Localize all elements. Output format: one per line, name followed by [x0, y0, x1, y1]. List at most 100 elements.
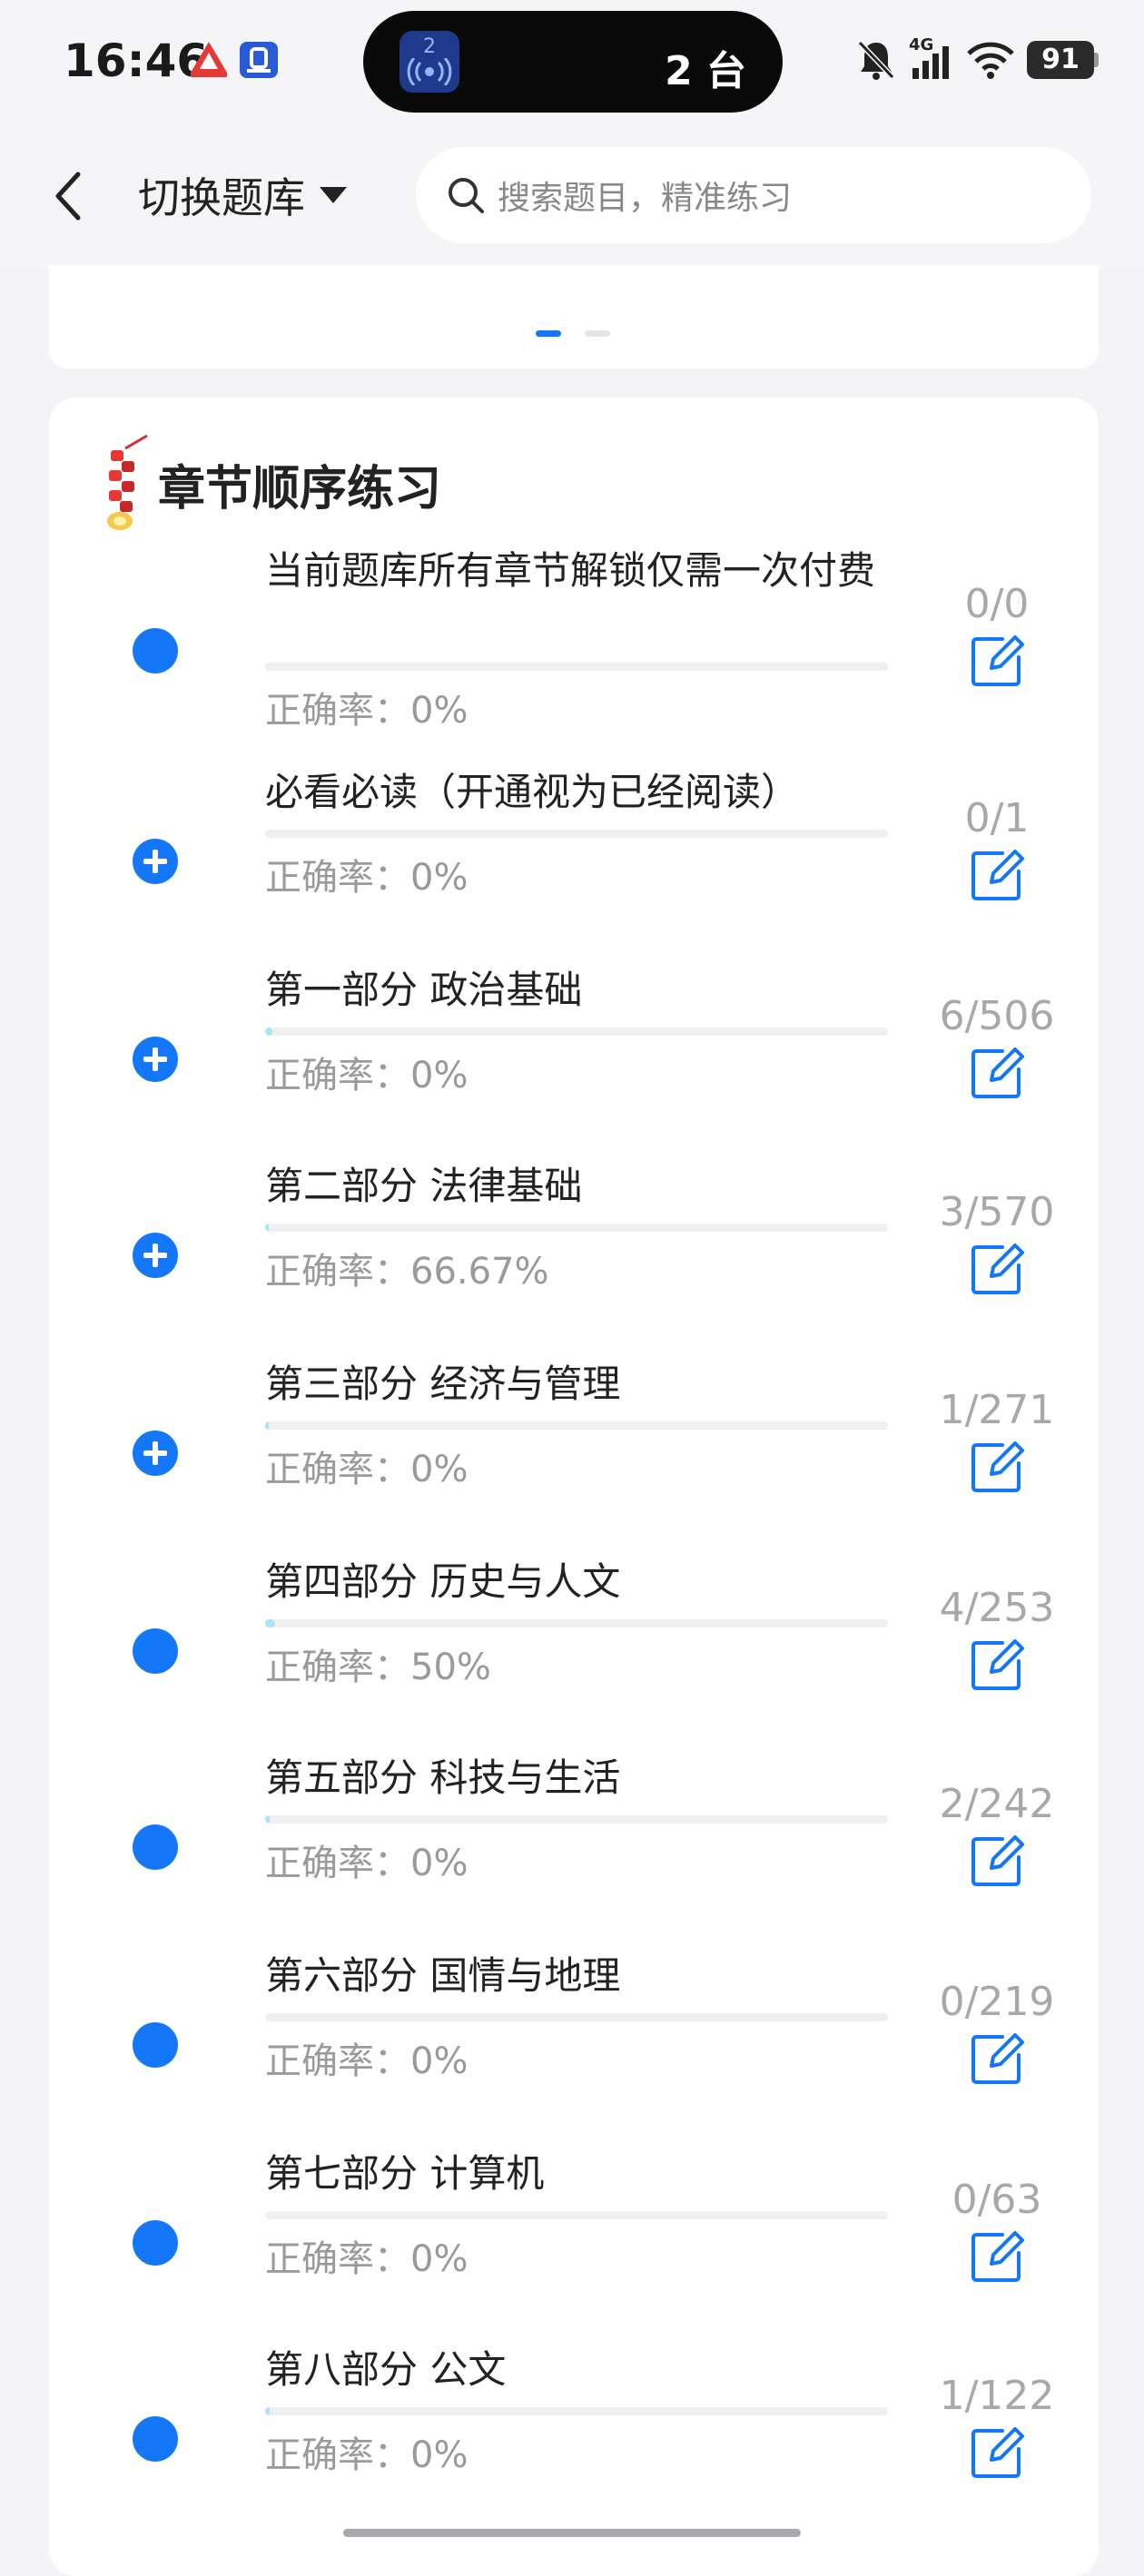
chapter-count: 1/271 [939, 1387, 1055, 1433]
island-badge: 2 [423, 35, 436, 58]
cellular-signal-icon: 4G [909, 35, 954, 81]
banner-card[interactable] [49, 265, 1099, 369]
chapter-row[interactable]: 第二部分 法律基础 正确率：66.67% 3/570 [49, 1162, 1099, 1360]
broadcast-icon: 2 [399, 31, 459, 93]
chapter-name: 第一部分 政治基础 [265, 968, 583, 1012]
chapter-progress-bar [265, 1421, 888, 1430]
island-text: 2 台 [665, 48, 746, 94]
chapter-count: 0/63 [952, 2177, 1042, 2223]
edit-icon[interactable] [970, 1438, 1026, 1494]
chapter-name: 当前题库所有章节解锁仅需一次付费 [265, 548, 876, 593]
search-icon [449, 178, 484, 213]
chapter-progress-fill [265, 1815, 271, 1824]
chapter-progress-bar [265, 2211, 888, 2219]
expand-plus-icon[interactable] [133, 1233, 178, 1278]
edit-icon[interactable] [970, 846, 1026, 902]
home-indicator[interactable] [343, 2529, 801, 2537]
status-dot-icon [133, 628, 178, 673]
chapter-name: 第四部分 历史与人文 [265, 1559, 621, 1604]
chapter-count: 0/1 [964, 795, 1030, 841]
chapter-practice-card: 章节顺序练习 当前题库所有章节解锁仅需一次付费 正确率：0% 0/0 必看必读（开通视… [49, 398, 1099, 2576]
card-header: 章节顺序练习 [98, 434, 441, 534]
chapter-accuracy: 正确率：50% [265, 1647, 491, 1688]
chapter-count: 0/219 [939, 1979, 1055, 2025]
switch-bank-dropdown[interactable]: 切换题库 [138, 165, 349, 225]
chapter-name: 第七部分 计算机 [265, 2151, 545, 2196]
chapter-count: 6/506 [939, 993, 1055, 1039]
wifi-icon [967, 42, 1014, 79]
edit-icon[interactable] [970, 1636, 1026, 1692]
chapter-accuracy: 正确率：0% [265, 857, 468, 899]
chapter-progress-bar [265, 1224, 888, 1232]
battery-icon: 91 [1027, 41, 1099, 79]
edit-icon[interactable] [970, 1832, 1026, 1888]
section-title: 章节顺序练习 [158, 461, 442, 516]
search-placeholder: 搜索题目，精准练习 [498, 180, 793, 217]
chapter-name: 必看必读（开通视为已经阅读） [265, 770, 800, 814]
chapter-progress-fill [265, 1224, 270, 1232]
chapter-progress-bar [265, 1815, 888, 1824]
chapter-progress-fill [265, 2407, 271, 2415]
search-input[interactable]: 搜索题目，精准练习 [416, 147, 1091, 243]
app-notification-icon-2 [240, 42, 278, 78]
chapter-accuracy: 正确率：0% [265, 2434, 468, 2476]
chapter-name: 第六部分 国情与地理 [265, 1953, 621, 1998]
chapter-accuracy: 正确率：0% [265, 1055, 468, 1096]
status-icons: 4G 91 [856, 35, 1099, 84]
chapter-accuracy: 正确率：0% [265, 2238, 468, 2280]
edit-icon[interactable] [970, 2227, 1026, 2284]
chapter-progress-bar [265, 2407, 888, 2415]
chapter-progress-bar [265, 663, 888, 671]
dropdown-triangle-icon [320, 187, 347, 203]
top-header: 切换题库 搜索题目，精准练习 [0, 127, 1144, 265]
chapter-progress-bar [265, 1619, 888, 1627]
chapter-accuracy: 正确率：0% [265, 1449, 468, 1490]
edit-icon[interactable] [970, 2424, 1026, 2480]
chapter-row[interactable]: 第六部分 国情与地理 正确率：0% 0/219 [49, 1952, 1099, 2149]
edit-icon[interactable] [970, 2030, 1026, 2086]
chapter-count: 0/0 [964, 581, 1030, 627]
chapter-count: 2/242 [939, 1781, 1055, 1827]
dynamic-island[interactable]: 2 2 台 [363, 11, 783, 113]
chapter-row[interactable]: 第一部分 政治基础 正确率：0% 6/506 [49, 966, 1099, 1164]
back-chevron-icon[interactable] [47, 169, 93, 223]
chapter-count: 4/253 [939, 1585, 1055, 1631]
chapter-row[interactable]: 必看必读（开通视为已经阅读） 正确率：0% 0/1 [49, 768, 1099, 966]
app-notification-icon [191, 42, 227, 77]
chapter-progress-bar [265, 2013, 888, 2021]
chapter-name: 第三部分 经济与管理 [265, 1362, 621, 1406]
bell-mute-icon [857, 40, 895, 80]
chapter-accuracy: 正确率：0% [265, 1843, 468, 1884]
chapter-progress-fill [265, 1027, 273, 1036]
chapter-accuracy: 正确率：0% [265, 690, 468, 732]
expand-plus-icon[interactable] [133, 1431, 178, 1476]
edit-icon[interactable] [970, 632, 1026, 688]
chapter-name: 第八部分 公文 [265, 2347, 507, 2392]
chapter-accuracy: 正确率：0% [265, 2040, 468, 2082]
status-bar: 16:46 2 2 台 4G 91 [0, 0, 1144, 127]
chapter-count: 1/122 [939, 2373, 1055, 2419]
chapter-row[interactable]: 第八部分 公文 正确率：0% 1/122 [49, 2345, 1099, 2543]
chapter-accuracy: 正确率：66.67% [265, 1251, 549, 1293]
chapter-progress-bar [265, 1027, 888, 1036]
carousel-indicator [585, 330, 610, 337]
status-dot-icon [133, 2220, 178, 2266]
chapter-name: 第五部分 科技与生活 [265, 1755, 621, 1800]
edit-icon[interactable] [970, 1044, 1026, 1100]
status-dot-icon [133, 2416, 178, 2462]
edit-icon[interactable] [970, 1240, 1026, 1296]
expand-plus-icon[interactable] [133, 1037, 178, 1082]
battery-level: 91 [1027, 41, 1094, 79]
expand-plus-icon[interactable] [133, 839, 178, 884]
chapter-row[interactable]: 第四部分 历史与人文正确率：50% 4/253 [49, 1558, 1099, 1755]
chapter-row[interactable]: 第三部分 经济与管理 正确率：0% 1/271 [49, 1360, 1099, 1558]
chapter-progress-bar [265, 830, 888, 838]
chapter-row[interactable]: 第五部分 科技与生活正确率：0% 2/242 [49, 1754, 1099, 1952]
chapter-row[interactable]: 第七部分 计算机 正确率：0% 0/63 [49, 2149, 1099, 2347]
status-dot-icon [133, 1824, 178, 1870]
status-dot-icon [133, 1628, 178, 1674]
chapter-progress-fill [265, 1619, 275, 1627]
carousel-indicator-active [536, 330, 561, 337]
chapter-row[interactable]: 当前题库所有章节解锁仅需一次付费 正确率：0% 0/0 [49, 546, 1099, 744]
firecracker-icon [107, 434, 148, 530]
